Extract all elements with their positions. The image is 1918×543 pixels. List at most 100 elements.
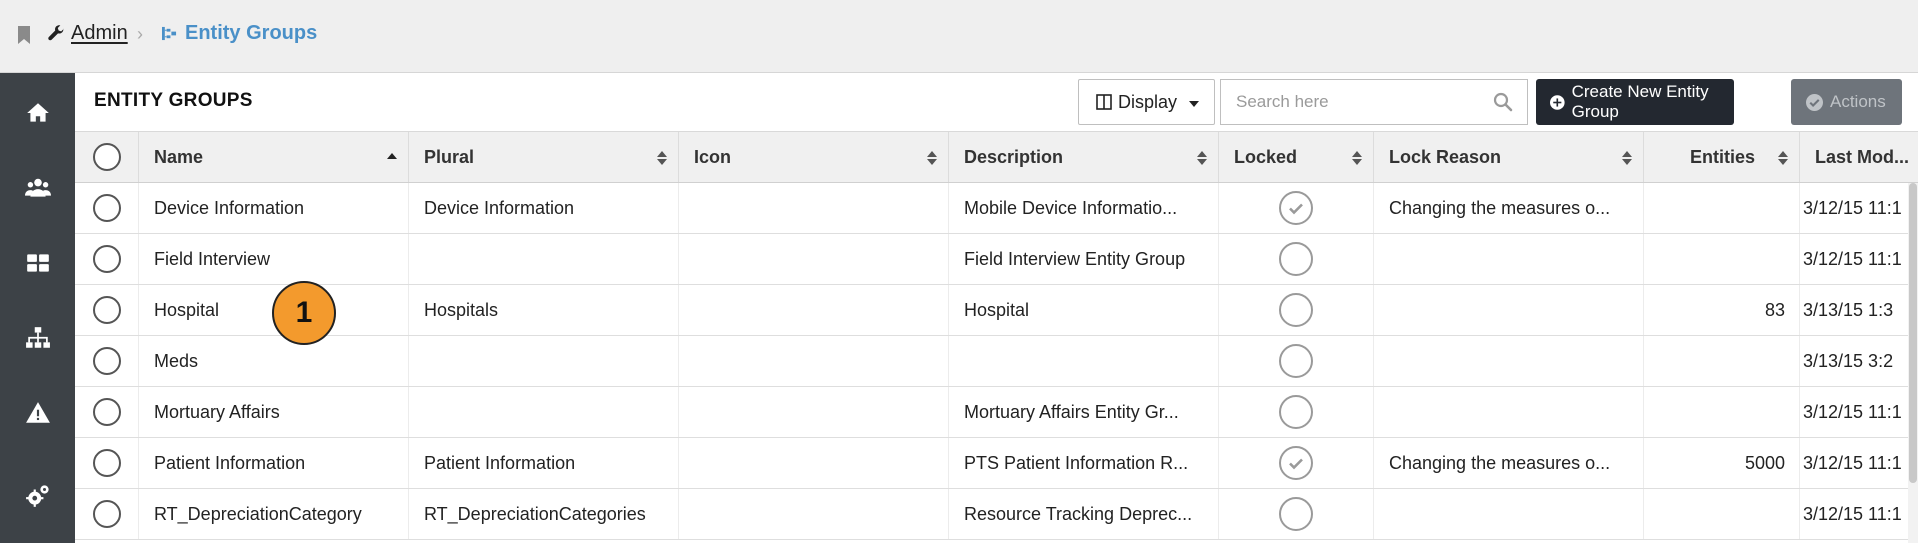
check-icon	[1289, 458, 1303, 470]
column-label-plural: Plural	[424, 146, 475, 167]
cell-icon	[679, 387, 949, 437]
select-all-radio[interactable]	[92, 143, 121, 171]
sort-icon	[927, 151, 937, 165]
column-header-lock-reason[interactable]: Lock Reason	[1374, 132, 1644, 182]
create-entity-group-button[interactable]: Create New Entity Group	[1536, 79, 1734, 125]
cell-name[interactable]: Device Information	[139, 183, 409, 233]
sidebar-item-home[interactable]	[0, 75, 75, 150]
column-label-icon: Icon	[694, 146, 732, 167]
cell-name[interactable]: RT_DepreciationCategory	[139, 489, 409, 539]
sidebar-item-settings[interactable]	[0, 458, 75, 533]
cell-last-modified: 3/12/15 11:1	[1803, 452, 1902, 473]
table-row[interactable]: Hospital Hospitals Hospital 83 3/13/15 1:3	[75, 285, 1918, 336]
cell-locked	[1219, 489, 1374, 539]
column-header-locked[interactable]: Locked	[1219, 132, 1374, 182]
cell-lock-reason	[1374, 285, 1644, 335]
cell-description: PTS Patient Information R...	[949, 438, 1219, 488]
callout-badge: 1	[272, 281, 336, 345]
cell-description: Mortuary Affairs Entity Gr...	[949, 387, 1219, 437]
gears-icon	[25, 484, 49, 507]
row-select-radio[interactable]	[92, 500, 121, 528]
row-select-radio[interactable]	[92, 296, 121, 324]
cell-description	[949, 336, 1219, 386]
locked-indicator	[1279, 242, 1313, 276]
table-row[interactable]: Device Information Device Information Mobi…	[75, 183, 1918, 234]
scrollbar-thumb[interactable]	[1909, 183, 1917, 483]
cell-entities	[1644, 336, 1800, 386]
sidebar-item-alerts[interactable]	[0, 375, 75, 450]
cell-last-modified: 3/12/15 11:1	[1803, 503, 1902, 524]
column-header-icon[interactable]: Icon	[679, 132, 949, 182]
sidebar-item-dashboard[interactable]	[0, 225, 75, 300]
table-row[interactable]: Patient Information Patient Information PT…	[75, 438, 1918, 489]
cell-name[interactable]: Field Interview	[139, 234, 409, 284]
breadcrumb-separator: ›	[137, 24, 143, 44]
search-icon[interactable]	[1493, 92, 1513, 112]
table-row[interactable]: RT_DepreciationCategory RT_DepreciationCa…	[75, 489, 1918, 540]
table-header: Name Plural Icon Description Locked Lock…	[75, 131, 1918, 183]
column-label-last-modified: Last Mod...	[1815, 146, 1909, 167]
sort-icon	[1622, 151, 1632, 165]
cell-description: Field Interview Entity Group	[949, 234, 1219, 284]
cell-plural	[409, 336, 679, 386]
columns-icon	[1096, 94, 1112, 110]
breadcrumb-admin-label: Admin	[71, 22, 128, 44]
column-header-entities[interactable]: Entities	[1644, 132, 1800, 182]
cell-icon	[679, 285, 949, 335]
sidebar-item-hierarchy[interactable]	[0, 300, 75, 375]
cell-locked	[1219, 234, 1374, 284]
check-circle-icon	[1806, 93, 1823, 111]
locked-indicator	[1279, 497, 1313, 531]
wrench-icon	[48, 25, 64, 41]
sidebar	[0, 73, 75, 543]
cell-plural	[409, 234, 679, 284]
cell-icon	[679, 336, 949, 386]
cell-description: Hospital	[949, 285, 1219, 335]
users-icon	[24, 178, 51, 197]
cell-plural: Device Information	[409, 183, 679, 233]
cell-lock-reason	[1374, 489, 1644, 539]
caret-down-icon	[1189, 101, 1200, 107]
cell-entities	[1644, 387, 1800, 437]
cell-lock-reason: Changing the measures o...	[1374, 183, 1644, 233]
home-icon	[26, 102, 49, 122]
column-label-lock-reason: Lock Reason	[1389, 146, 1502, 167]
breadcrumb-current-label: Entity Groups	[185, 22, 318, 44]
cell-lock-reason: Changing the measures o...	[1374, 438, 1644, 488]
search-input[interactable]	[1221, 80, 1471, 124]
actions-button[interactable]: Actions	[1791, 79, 1902, 125]
cell-locked	[1219, 438, 1374, 488]
cell-plural: Hospitals	[409, 285, 679, 335]
display-button[interactable]: Display	[1078, 79, 1215, 125]
table-row[interactable]: Mortuary Affairs Mortuary Affairs Entity …	[75, 387, 1918, 438]
column-header-last-modified[interactable]: Last Mod...	[1800, 132, 1918, 182]
table-row[interactable]: Meds 3/13/15 3:2	[75, 336, 1918, 387]
search-box	[1220, 79, 1528, 125]
breadcrumb-admin-link[interactable]: Admin	[48, 22, 128, 45]
row-select-radio[interactable]	[92, 245, 121, 273]
column-header-description[interactable]: Description	[949, 132, 1219, 182]
cell-name[interactable]: Meds	[139, 336, 409, 386]
sort-icon	[1197, 151, 1207, 165]
cell-name[interactable]: Mortuary Affairs	[139, 387, 409, 437]
row-select-radio[interactable]	[92, 449, 121, 477]
locked-indicator	[1279, 293, 1313, 327]
cell-last-modified: 3/12/15 11:1	[1803, 401, 1902, 422]
locked-indicator	[1279, 191, 1313, 225]
row-select-radio[interactable]	[92, 194, 121, 222]
table-row[interactable]: Field Interview Field Interview Entity Gr…	[75, 234, 1918, 285]
check-icon	[1289, 203, 1303, 215]
sort-icon	[657, 151, 667, 165]
cell-entities	[1644, 183, 1800, 233]
column-label-locked: Locked	[1234, 146, 1298, 167]
sidebar-item-users[interactable]	[0, 150, 75, 225]
actions-button-label: Actions	[1830, 92, 1886, 111]
row-select-radio[interactable]	[92, 398, 121, 426]
cell-name[interactable]: Patient Information	[139, 438, 409, 488]
bookmark-icon[interactable]	[17, 26, 31, 44]
row-select-radio[interactable]	[92, 347, 121, 375]
row-select-cell	[75, 234, 139, 284]
column-header-plural[interactable]: Plural	[409, 132, 679, 182]
cell-description: Resource Tracking Deprec...	[949, 489, 1219, 539]
column-header-name[interactable]: Name	[139, 132, 409, 182]
